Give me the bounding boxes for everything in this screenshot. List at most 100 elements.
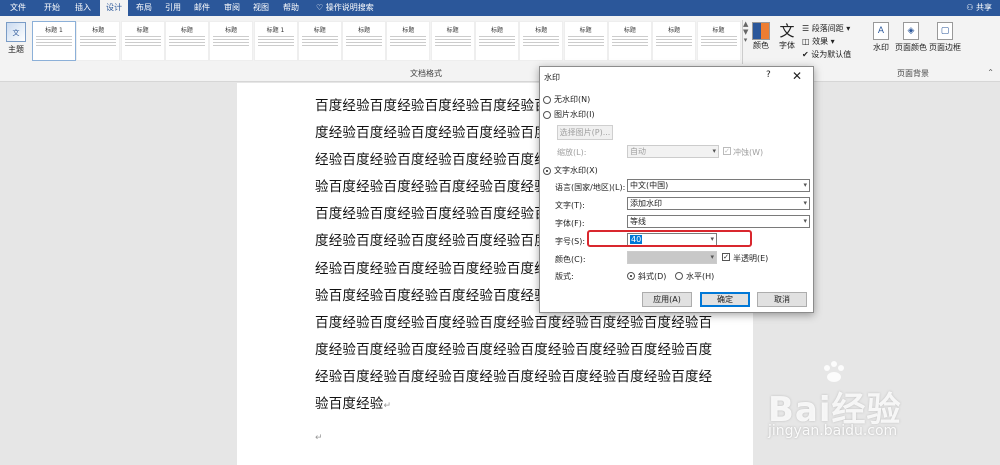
text-line: 百度经验百度经验百度经验百度经验百度经验百度经验百度经验百	[315, 314, 713, 331]
tab-file[interactable]: 文件	[10, 2, 26, 13]
style-set-title: 标题 1	[266, 27, 285, 34]
horizontal-radio[interactable]	[675, 272, 683, 280]
style-preview-line	[257, 42, 294, 43]
style-set-tile[interactable]: 标题	[342, 21, 387, 61]
style-set-tile[interactable]: 标题	[209, 21, 254, 61]
style-preview-line	[257, 36, 294, 37]
chevron-down-icon[interactable]: ▼	[743, 28, 748, 36]
tab-mailings[interactable]: 邮件	[194, 2, 210, 13]
style-preview-line	[257, 45, 294, 46]
style-set-tile[interactable]: 标题 1	[32, 21, 76, 61]
style-set-tile[interactable]: 标题	[76, 21, 121, 61]
style-preview-line	[301, 36, 338, 37]
style-preview-line	[479, 39, 515, 40]
style-set-tile[interactable]: 标题	[696, 21, 741, 61]
collapse-ribbon-icon[interactable]: ⌃	[987, 68, 994, 77]
more-icon[interactable]: ▾	[743, 36, 748, 44]
style-preview-line	[567, 39, 604, 40]
close-icon[interactable]: ✕	[792, 69, 802, 83]
washout-checkbox[interactable]: ✓	[723, 147, 731, 155]
style-set-tile[interactable]: 标题 1	[253, 21, 298, 61]
tab-insert[interactable]: 插入	[75, 2, 91, 13]
paragraph-mark-icon: ↵	[315, 433, 323, 443]
semitransparent-checkbox[interactable]: ✓	[722, 253, 730, 261]
style-set-tile[interactable]: 标题	[563, 21, 608, 61]
no-watermark-label[interactable]: 无水印(N)	[554, 94, 590, 105]
style-preview-line	[390, 42, 427, 43]
group-label-document-formatting: 文档格式	[410, 69, 442, 78]
language-select[interactable]: 中文(中国) ▾	[627, 179, 810, 192]
set-default-button[interactable]: ✔ 设为默认值	[802, 48, 866, 61]
style-set-tile[interactable]: 标题	[164, 21, 209, 61]
style-set-tile[interactable]: 标题	[652, 21, 697, 61]
style-set-title: 标题	[623, 27, 636, 34]
tab-design[interactable]: 设计	[100, 0, 128, 16]
paragraph-spacing-button[interactable]: ☰ 段落间距 ▾	[802, 22, 866, 35]
style-set-tile[interactable]: 标题	[607, 21, 652, 61]
share-button[interactable]: ⚇ 共享	[966, 2, 992, 13]
style-set-tile[interactable]: 标题	[475, 21, 519, 61]
font-select[interactable]: 等线 ▾	[627, 215, 810, 228]
style-preview-line	[346, 42, 383, 43]
style-preview-line	[36, 42, 72, 43]
themes-button[interactable]: 文 主题	[4, 22, 28, 55]
help-icon[interactable]: ?	[766, 70, 771, 80]
tab-review[interactable]: 审阅	[224, 2, 240, 13]
dialog-title: 水印	[544, 73, 560, 82]
washout-label: 冲蚀(W)	[733, 148, 764, 157]
style-set-tile[interactable]: 标题	[386, 21, 431, 61]
watermark-icon: A	[873, 22, 889, 40]
style-set-tile[interactable]: 标题	[519, 21, 564, 61]
chevron-down-icon: ▾	[803, 181, 807, 189]
style-set-title: 标题	[402, 27, 415, 34]
colors-button[interactable]: 颜色	[750, 22, 772, 51]
gallery-scroll[interactable]: ▲ ▼ ▾	[742, 20, 748, 64]
style-set-title: 标题	[136, 27, 149, 34]
effects-button[interactable]: ◫ 效果 ▾	[802, 35, 866, 48]
tab-view[interactable]: 视图	[253, 2, 269, 13]
diagonal-radio[interactable]	[627, 272, 635, 280]
style-set-tile[interactable]: 标题	[297, 21, 342, 61]
style-set-tile[interactable]: 标题	[120, 21, 165, 61]
tell-me-search[interactable]: ♡ 操作说明搜索	[316, 2, 374, 13]
style-preview-line	[301, 42, 338, 43]
style-preview-line	[301, 39, 338, 40]
tab-references[interactable]: 引用	[165, 2, 181, 13]
text-input[interactable]: 添加水印 ▾	[627, 197, 810, 210]
page-borders-button[interactable]: ▢ 页面边框	[929, 22, 961, 53]
chevron-down-icon: ▾	[803, 199, 807, 207]
ok-button[interactable]: 确定	[700, 292, 750, 307]
style-preview-line	[80, 36, 117, 37]
apply-button[interactable]: 应用(A)	[642, 292, 692, 307]
style-preview-line	[479, 36, 515, 37]
tab-layout[interactable]: 布局	[136, 2, 152, 13]
fonts-button[interactable]: 文 字体	[776, 22, 798, 51]
text-watermark-radio[interactable]	[543, 167, 551, 175]
text-line: 经验百度经验百度经验百度经验百度经验百度经验百度经验百度经	[315, 368, 713, 385]
style-preview-line	[257, 39, 294, 40]
picture-watermark-radio[interactable]	[543, 111, 551, 119]
diagonal-label: 斜式(D)	[638, 272, 667, 281]
style-preview-line	[36, 39, 72, 40]
style-preview-line	[611, 45, 648, 46]
style-set-tile[interactable]: 标题	[430, 21, 475, 61]
scale-select[interactable]: 自动 ▾	[627, 145, 719, 158]
style-preview-line	[213, 45, 250, 46]
horizontal-label: 水平(H)	[686, 272, 715, 281]
style-preview-line	[80, 42, 117, 43]
tab-help[interactable]: 帮助	[283, 2, 299, 13]
watermark-button[interactable]: A 水印	[870, 22, 892, 53]
text-watermark-label[interactable]: 文字水印(X)	[554, 165, 598, 176]
style-preview-line	[346, 39, 383, 40]
select-picture-button[interactable]: 选择图片(P)...	[557, 125, 613, 140]
cancel-button[interactable]: 取消	[757, 292, 807, 307]
chevron-up-icon[interactable]: ▲	[743, 20, 748, 28]
style-preview-line	[523, 45, 560, 46]
style-preview-line	[656, 39, 693, 40]
no-watermark-radio[interactable]	[543, 96, 551, 104]
picture-watermark-label[interactable]: 图片水印(I)	[554, 109, 595, 120]
color-select[interactable]: ▾	[627, 251, 717, 264]
style-preview-line	[479, 42, 515, 43]
tab-home[interactable]: 开始	[44, 2, 60, 13]
page-color-button[interactable]: ◈ 页面颜色	[895, 22, 927, 53]
